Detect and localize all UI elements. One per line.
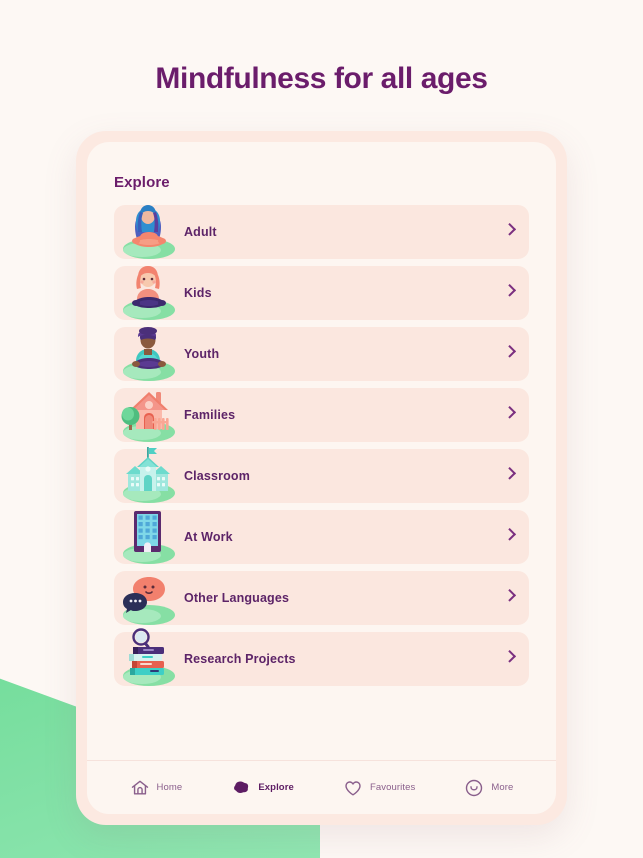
- chevron-right-icon: [503, 649, 517, 663]
- list-item-label: Classroom: [184, 469, 250, 483]
- nav-item-label: More: [491, 782, 514, 793]
- brain-icon: [231, 778, 251, 798]
- meditating-youth-icon: [116, 319, 178, 381]
- explore-section-title: Explore: [114, 174, 170, 191]
- page-title: Mindfulness for all ages: [155, 62, 488, 95]
- speech-bubbles-icon: [116, 563, 178, 625]
- nav-item-explore[interactable]: Explore: [231, 778, 294, 798]
- nav-item-favourites[interactable]: Favourites: [343, 778, 415, 798]
- nav-item-label: Explore: [258, 782, 294, 793]
- smiley-icon: [464, 778, 484, 798]
- chevron-right-icon: [503, 527, 517, 541]
- list-item-other-languages[interactable]: Other Languages: [114, 571, 529, 625]
- school-building-icon: [116, 441, 178, 503]
- nav-item-label: Favourites: [369, 782, 416, 793]
- list-item-label: Families: [184, 408, 236, 422]
- list-item-research-projects[interactable]: Research Projects: [114, 628, 529, 686]
- house-icon: [116, 380, 178, 442]
- bottom-navigation: Home Explore Favourites More: [87, 760, 556, 814]
- screen-body: Explore Adult Kids Youth Families Classr…: [87, 142, 556, 760]
- list-item-adult[interactable]: Adult: [114, 205, 529, 259]
- nav-item-label: Home: [156, 782, 183, 793]
- home-icon: [130, 778, 150, 798]
- list-item-label: Research Projects: [184, 652, 296, 666]
- list-item-label: Kids: [184, 286, 212, 300]
- list-item-label: Youth: [184, 347, 220, 361]
- chevron-right-icon: [503, 405, 517, 419]
- list-item-families[interactable]: Families: [114, 388, 529, 442]
- chevron-right-icon: [503, 466, 517, 480]
- list-item-label: At Work: [184, 530, 233, 544]
- nav-item-home[interactable]: Home: [130, 778, 183, 798]
- tablet-card: Explore Adult Kids Youth Families Classr…: [76, 131, 567, 825]
- list-item-label: Adult: [184, 225, 217, 239]
- meditating-adult-icon: [116, 197, 178, 259]
- list-item-label: Other Languages: [184, 591, 290, 605]
- meditating-child-icon: [116, 258, 178, 320]
- list-item-kids[interactable]: Kids: [114, 266, 529, 320]
- book-stack-magnifier-icon: [116, 624, 178, 686]
- list-item-youth[interactable]: Youth: [114, 327, 529, 381]
- chevron-right-icon: [503, 344, 517, 358]
- list-item-classroom[interactable]: Classroom: [114, 447, 529, 503]
- chevron-right-icon: [503, 588, 517, 602]
- heart-icon: [343, 778, 363, 798]
- nav-item-more[interactable]: More: [464, 778, 513, 798]
- office-building-icon: [116, 502, 178, 564]
- chevron-right-icon: [503, 283, 517, 297]
- chevron-right-icon: [503, 222, 517, 236]
- explore-list: Adult Kids Youth Families Classroom At W…: [114, 205, 529, 686]
- list-item-at-work[interactable]: At Work: [114, 510, 529, 564]
- tablet-screen: Explore Adult Kids Youth Families Classr…: [87, 142, 556, 814]
